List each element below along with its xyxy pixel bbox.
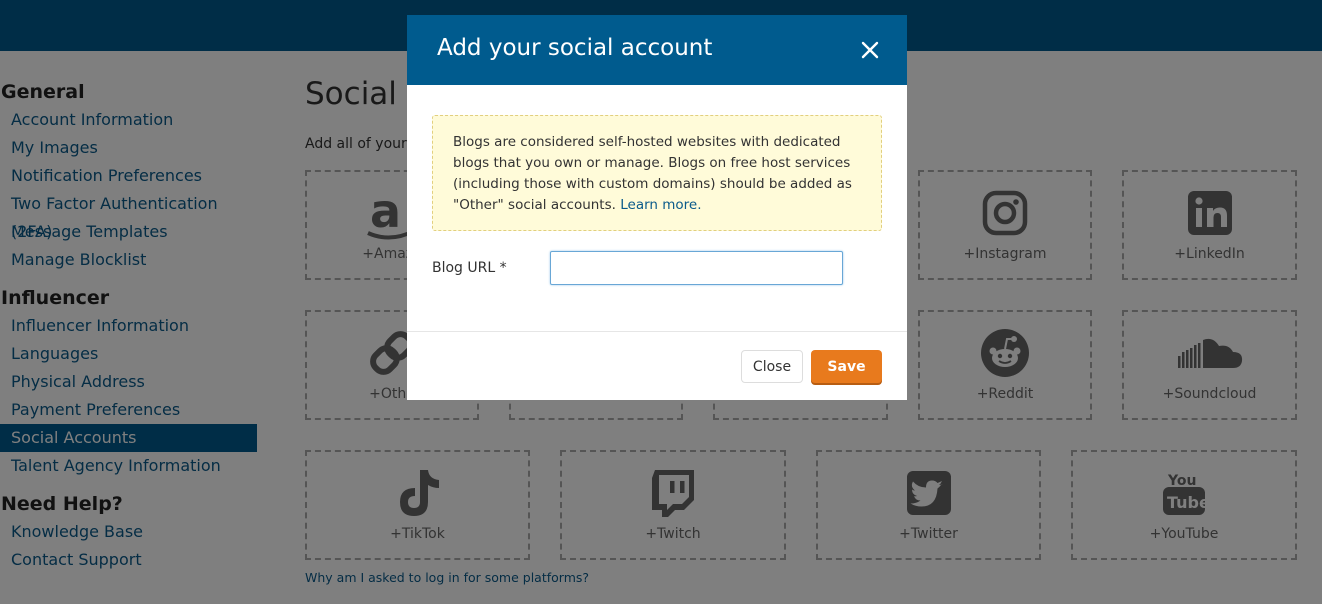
blog-info-notice: Blogs are considered self-hosted website… (432, 115, 882, 231)
modal-footer-divider (407, 331, 907, 332)
blog-url-label: Blog URL * (432, 260, 507, 276)
blog-url-input[interactable] (550, 251, 843, 285)
modal-header: Add your social account (407, 15, 907, 85)
save-button[interactable]: Save (811, 350, 882, 383)
learn-more-link[interactable]: Learn more. (620, 197, 701, 213)
close-icon[interactable] (857, 37, 883, 63)
add-social-account-modal: Add your social account Blogs are consid… (407, 15, 907, 400)
modal-title: Add your social account (437, 35, 713, 61)
close-button[interactable]: Close (741, 350, 803, 383)
